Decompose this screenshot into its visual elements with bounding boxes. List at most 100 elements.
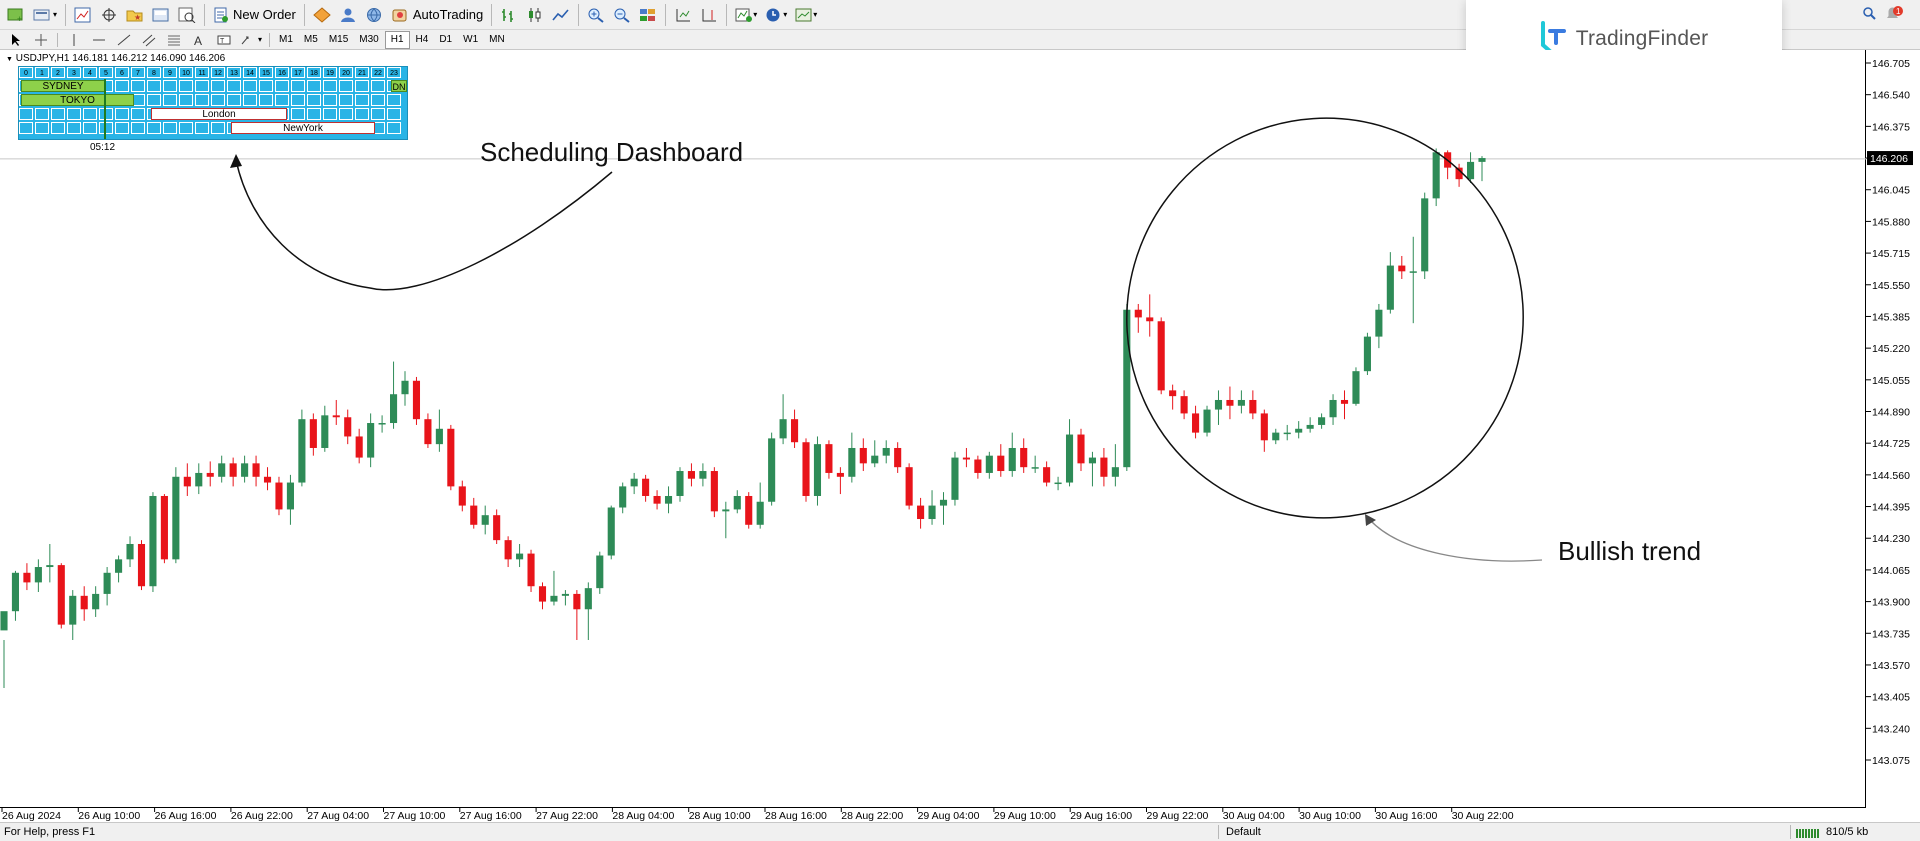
bearish-candle <box>355 436 363 458</box>
bullish-candle <box>298 419 306 483</box>
magnifier-chart-icon <box>178 7 196 23</box>
market-watch-button[interactable] <box>71 3 95 27</box>
timeframe-m30[interactable]: M30 <box>354 31 383 49</box>
bearish-candle <box>1249 399 1257 414</box>
hour-cell: 16 <box>275 67 289 78</box>
search-icon[interactable] <box>1862 6 1876 22</box>
timeframe-m15[interactable]: M15 <box>324 31 353 49</box>
bullish-candle <box>389 394 398 424</box>
status-profile: Default <box>1226 826 1261 838</box>
profiles-button[interactable]: ▾ <box>30 3 60 27</box>
grid-cell <box>35 108 49 120</box>
grid-cell <box>131 122 145 134</box>
grid-cell <box>147 122 161 134</box>
timeframe-h1[interactable]: H1 <box>384 30 410 49</box>
templates-button[interactable]: ▾ <box>792 3 820 27</box>
cursor-button[interactable] <box>4 31 28 49</box>
fibonacci-button[interactable] <box>162 31 186 49</box>
svg-text:T: T <box>220 38 225 45</box>
vertical-line-button[interactable] <box>62 31 86 49</box>
terminal-button[interactable] <box>149 3 173 27</box>
market-button[interactable] <box>362 3 386 27</box>
label-icon: T <box>217 35 231 45</box>
bullish-candle <box>1203 409 1211 433</box>
bearish-candle <box>573 593 581 610</box>
time-label: 28 Aug 04:00 <box>612 810 674 822</box>
indicators-button[interactable]: ▾ <box>732 3 760 27</box>
time-label: 30 Aug 04:00 <box>1223 810 1285 822</box>
bar-chart-button[interactable] <box>497 3 521 27</box>
grid-cell <box>115 108 129 120</box>
grid-cell <box>131 80 145 92</box>
data-window-button[interactable] <box>97 3 121 27</box>
grid-cell <box>163 122 177 134</box>
grid-cell <box>387 108 401 120</box>
timeframe-d1[interactable]: D1 <box>434 31 457 49</box>
symbol-info: ▼ USDJPY,H1 146.181 146.212 146.090 146.… <box>6 53 226 64</box>
strategy-tester-button[interactable] <box>175 3 199 27</box>
hour-cell: 20 <box>339 67 353 78</box>
new-order-button[interactable]: New Order <box>210 3 299 27</box>
hour-cell: 13 <box>227 67 241 78</box>
hour-cell: 1 <box>35 67 49 78</box>
price-label: 145.550 <box>1872 280 1910 292</box>
timeframe-m5[interactable]: M5 <box>299 31 323 49</box>
time-label: 27 Aug 04:00 <box>307 810 369 822</box>
tile-windows-button[interactable] <box>636 3 660 27</box>
metaeditor-button[interactable] <box>310 3 334 27</box>
label-button[interactable]: T <box>212 31 236 49</box>
chart-shift-button[interactable] <box>697 3 721 27</box>
line-chart-button[interactable] <box>549 3 573 27</box>
bullish-candle <box>92 593 100 610</box>
bearish-candle <box>710 471 718 512</box>
bearish-candle <box>1043 467 1051 483</box>
notification-icon[interactable]: 1 <box>1884 6 1904 22</box>
autoscroll-button[interactable] <box>671 3 695 27</box>
timeframe-m1[interactable]: M1 <box>274 31 298 49</box>
zoom-in-button[interactable] <box>584 3 608 27</box>
timeframe-mn[interactable]: MN <box>484 31 510 49</box>
price-chart-canvas[interactable]: 146.705 146.540 146.375 146.206 146.045 145.8… <box>0 50 1920 822</box>
bearish-candle <box>1340 399 1349 404</box>
candlestick-button[interactable] <box>523 3 547 27</box>
bullish-candle <box>550 595 558 602</box>
indicators-icon <box>735 8 753 22</box>
grid-cell <box>211 80 225 92</box>
grid-cell <box>243 94 257 106</box>
periods-button[interactable]: ▾ <box>762 3 790 27</box>
navigator-button[interactable]: ★ <box>123 3 147 27</box>
bullish-candle <box>46 565 54 568</box>
bearish-candle <box>412 380 421 420</box>
zoom-out-button[interactable] <box>610 3 634 27</box>
line-chart-icon <box>552 8 569 21</box>
time-label: 27 Aug 16:00 <box>460 810 522 822</box>
timeframe-h4[interactable]: H4 <box>411 31 434 49</box>
vertical-line-icon <box>73 33 75 46</box>
crosshair-tool-button[interactable] <box>29 31 53 49</box>
price-label: 143.570 <box>1872 660 1910 672</box>
bearish-candle <box>745 495 753 525</box>
status-help-text: For Help, press F1 <box>4 826 96 838</box>
zoom-in-icon <box>588 8 604 23</box>
signals-button[interactable] <box>336 3 360 27</box>
new-chart-button[interactable]: + <box>4 3 28 27</box>
text-button[interactable]: A <box>187 31 211 49</box>
time-label: 30 Aug 22:00 <box>1452 810 1514 822</box>
trendline-button[interactable] <box>112 31 136 49</box>
autotrading-icon <box>392 9 407 21</box>
bearish-candle <box>974 459 982 473</box>
hour-cell: 23 <box>387 67 401 78</box>
grid-cell <box>211 122 225 134</box>
arrows-button[interactable]: ▾ <box>237 31 265 49</box>
autotrading-button[interactable]: AutoTrading <box>388 3 486 27</box>
channel-button[interactable] <box>137 31 161 49</box>
grid-cell <box>19 122 33 134</box>
timeframe-w1[interactable]: W1 <box>458 31 483 49</box>
bearish-candle <box>1192 413 1200 433</box>
bullish-candle <box>985 455 993 473</box>
clock-icon <box>766 8 780 21</box>
bullish-candle <box>1111 467 1119 477</box>
grid-cell <box>339 80 353 92</box>
price-label: 144.560 <box>1872 470 1910 482</box>
horizontal-line-button[interactable] <box>87 31 111 49</box>
